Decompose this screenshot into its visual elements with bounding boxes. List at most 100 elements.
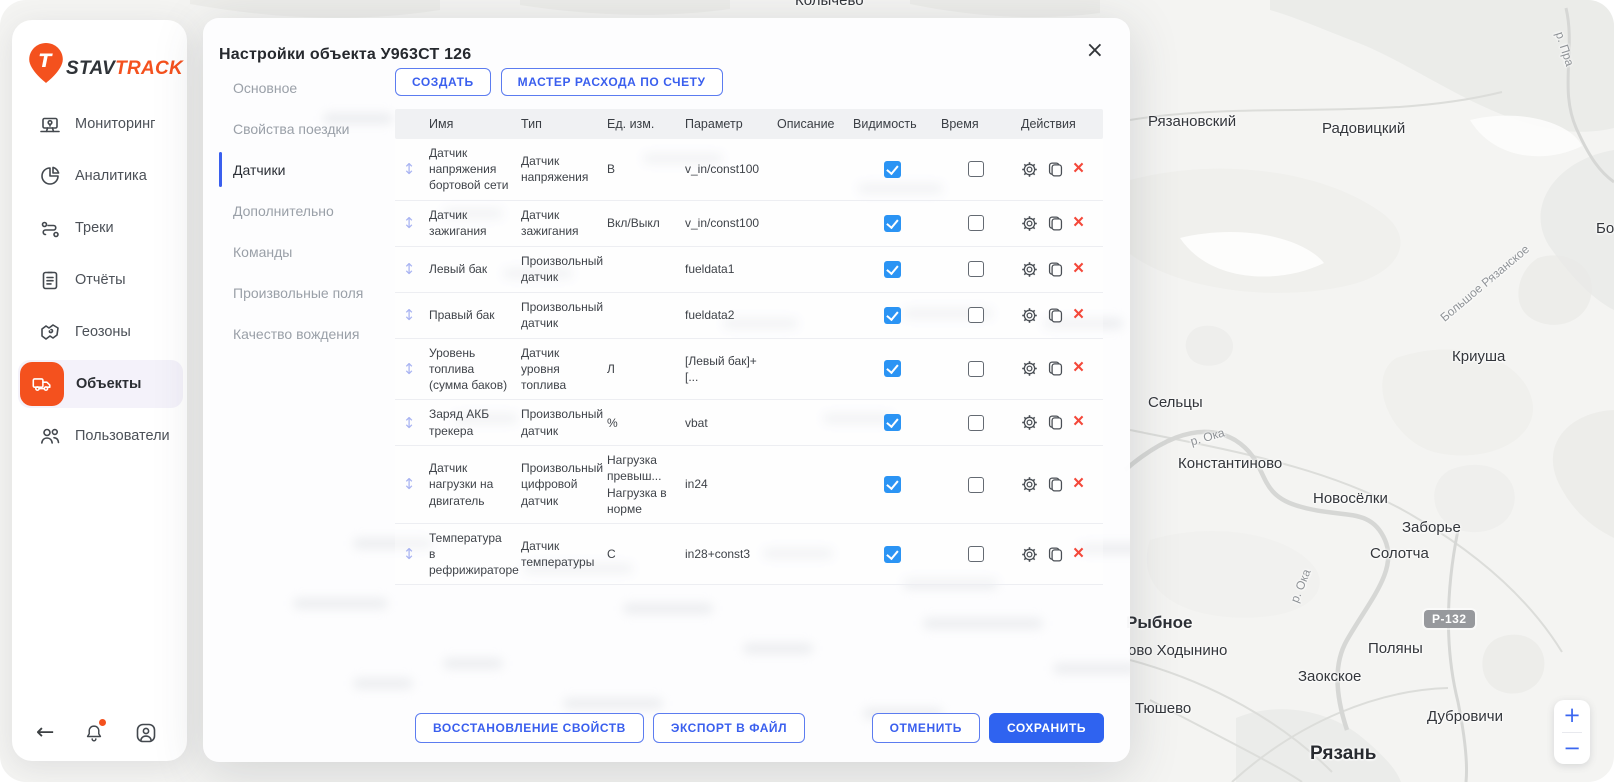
drag-handle-icon[interactable]: ↕ xyxy=(395,253,425,285)
sidebar-item-geozones[interactable]: Геозоны xyxy=(12,306,187,358)
visibility-checkbox[interactable] xyxy=(884,546,901,563)
settings-gear-icon[interactable] xyxy=(1021,546,1038,563)
sidebar-nav: Мониторинг Аналитика Треки xyxy=(12,98,187,462)
save-button[interactable]: СОХРАНИТЬ xyxy=(989,713,1104,743)
map-label: Рязановский xyxy=(1148,113,1236,130)
delete-icon[interactable]: × xyxy=(1073,474,1084,493)
notifications-button[interactable] xyxy=(83,721,105,745)
tab-commands[interactable]: Команды xyxy=(219,231,389,272)
settings-gear-icon[interactable] xyxy=(1021,215,1038,232)
sidebar-item-users[interactable]: Пользователи xyxy=(12,410,187,462)
monitoring-icon xyxy=(38,112,62,136)
drag-handle-icon[interactable]: ↕ xyxy=(395,299,425,331)
visibility-checkbox[interactable] xyxy=(884,215,901,232)
sensor-description xyxy=(773,263,849,275)
sidebar-item-analytics[interactable]: Аналитика xyxy=(12,150,187,202)
time-checkbox[interactable] xyxy=(968,215,984,231)
sidebar-item-reports[interactable]: Отчёты xyxy=(12,254,187,306)
visibility-checkbox[interactable] xyxy=(884,307,901,324)
sensor-type: Произвольный датчик xyxy=(517,400,603,444)
settings-gear-icon[interactable] xyxy=(1021,307,1038,324)
cancel-button[interactable]: ОТМЕНИТЬ xyxy=(872,713,980,743)
row-actions: × xyxy=(1017,408,1103,437)
visibility-checkbox[interactable] xyxy=(884,161,901,178)
drag-handle-icon[interactable]: ↕ xyxy=(395,407,425,439)
modal-footer: ВОССТАНОВЛЕНИЕ СВОЙСТВ ЭКСПОРТ В ФАЙЛ ОТ… xyxy=(415,713,1104,743)
delete-icon[interactable]: × xyxy=(1073,305,1084,324)
settings-gear-icon[interactable] xyxy=(1021,360,1038,377)
delete-icon[interactable]: × xyxy=(1073,213,1084,232)
zoom-in-button[interactable]: + xyxy=(1554,700,1590,732)
sensor-description xyxy=(773,417,849,429)
settings-gear-icon[interactable] xyxy=(1021,261,1038,278)
time-checkbox[interactable] xyxy=(968,477,984,493)
drag-handle-icon[interactable]: ↕ xyxy=(395,353,425,385)
tab-trip-properties[interactable]: Свойства поездки xyxy=(219,108,389,149)
svg-text:T: T xyxy=(39,50,54,72)
delete-icon[interactable]: × xyxy=(1073,358,1084,377)
delete-icon[interactable]: × xyxy=(1073,412,1084,431)
map-label: ово Ходынино xyxy=(1128,642,1227,659)
col-header-name: Имя xyxy=(425,117,517,131)
tab-additional[interactable]: Дополнительно xyxy=(219,190,389,231)
time-checkbox[interactable] xyxy=(968,361,984,377)
time-checkbox[interactable] xyxy=(968,161,984,177)
sensor-table-body: ↕ Датчик напряжения бортовой сети Датчик… xyxy=(395,139,1103,585)
drag-handle-icon[interactable]: ↕ xyxy=(395,207,425,239)
copy-icon[interactable] xyxy=(1047,476,1064,493)
settings-gear-icon[interactable] xyxy=(1021,414,1038,431)
sensor-unit: Нагрузка превыш... Нагрузка в норме xyxy=(603,446,681,523)
tab-driving-quality[interactable]: Качество вождения xyxy=(219,313,389,354)
visibility-checkbox[interactable] xyxy=(884,261,901,278)
tab-sensors[interactable]: Датчики xyxy=(219,149,389,190)
sensor-table-row: ↕ Датчик нагрузки на двигатель Произволь… xyxy=(395,446,1103,524)
drag-handle-icon[interactable]: ↕ xyxy=(395,468,425,500)
copy-icon[interactable] xyxy=(1047,215,1064,232)
copy-icon[interactable] xyxy=(1047,307,1064,324)
sensor-type: Произвольный цифровой датчик xyxy=(517,454,603,515)
copy-icon[interactable] xyxy=(1047,261,1064,278)
geozones-icon xyxy=(38,320,62,344)
sidebar-item-objects[interactable]: Объекты xyxy=(12,358,187,410)
tab-main[interactable]: Основное xyxy=(219,67,389,108)
sidebar-item-monitoring[interactable]: Мониторинг xyxy=(12,98,187,150)
copy-icon[interactable] xyxy=(1047,546,1064,563)
export-to-file-button[interactable]: ЭКСПОРТ В ФАЙЛ xyxy=(653,713,805,743)
fuel-wizard-button[interactable]: МАСТЕР РАСХОДА ПО СЧЕТУ xyxy=(501,68,723,96)
create-button[interactable]: СОЗДАТЬ xyxy=(395,68,491,96)
close-icon[interactable]: × xyxy=(1086,40,1104,62)
sensor-description xyxy=(773,548,849,560)
copy-icon[interactable] xyxy=(1047,360,1064,377)
time-checkbox[interactable] xyxy=(968,261,984,277)
visibility-checkbox[interactable] xyxy=(884,476,901,493)
sidebar-item-label: Объекты xyxy=(76,376,141,392)
copy-icon[interactable] xyxy=(1047,161,1064,178)
time-checkbox[interactable] xyxy=(968,307,984,323)
profile-button[interactable] xyxy=(134,721,158,745)
sidebar-item-tracks[interactable]: Треки xyxy=(12,202,187,254)
copy-icon[interactable] xyxy=(1047,414,1064,431)
back-arrow-button[interactable]: ← xyxy=(36,722,54,744)
sensors-toolbar: СОЗДАТЬ МАСТЕР РАСХОДА ПО СЧЕТУ xyxy=(395,68,1105,96)
col-header-actions: Действия xyxy=(1017,117,1103,131)
time-checkbox[interactable] xyxy=(968,415,984,431)
sensor-unit: С xyxy=(603,540,681,568)
delete-icon[interactable]: × xyxy=(1073,544,1084,563)
drag-handle-icon[interactable]: ↕ xyxy=(395,153,425,185)
visibility-checkbox[interactable] xyxy=(884,414,901,431)
time-checkbox[interactable] xyxy=(968,546,984,562)
settings-gear-icon[interactable] xyxy=(1021,476,1038,493)
delete-icon[interactable]: × xyxy=(1073,159,1084,178)
settings-gear-icon[interactable] xyxy=(1021,161,1038,178)
visibility-checkbox[interactable] xyxy=(884,360,901,377)
analytics-icon xyxy=(38,164,62,188)
sensor-table-row: ↕ Заряд АКБ трекера Произвольный датчик … xyxy=(395,400,1103,446)
delete-icon[interactable]: × xyxy=(1073,259,1084,278)
brand-logo: T STAVTRACK xyxy=(28,42,183,84)
restore-properties-button[interactable]: ВОССТАНОВЛЕНИЕ СВОЙСТВ xyxy=(415,713,644,743)
drag-handle-icon[interactable]: ↕ xyxy=(395,538,425,570)
tab-custom-fields[interactable]: Произвольные поля xyxy=(219,272,389,313)
sensor-unit xyxy=(603,309,681,321)
col-header-param: Параметр xyxy=(681,117,773,131)
zoom-out-button[interactable]: − xyxy=(1554,733,1590,765)
